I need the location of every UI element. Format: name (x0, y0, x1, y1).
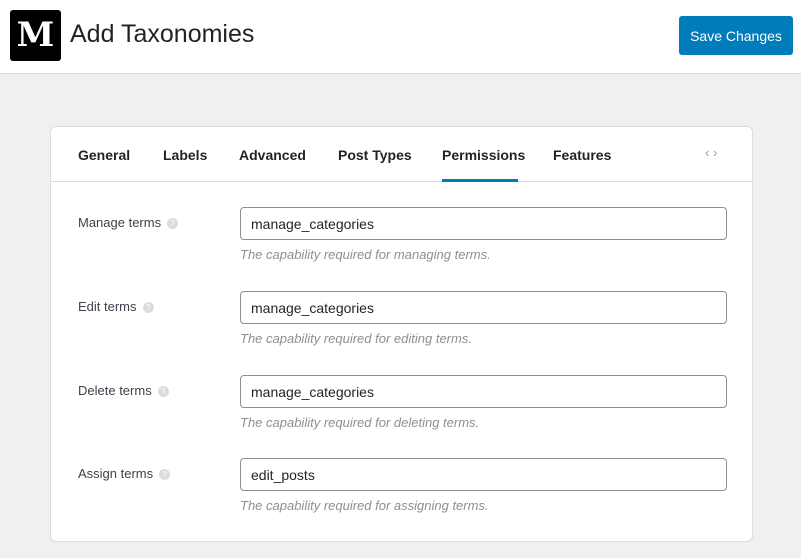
field-description: The capability required for deleting ter… (240, 415, 480, 430)
field-label: Assign terms (78, 466, 154, 481)
tab-permissions[interactable]: Permissions (442, 147, 525, 182)
tab-advanced[interactable]: Advanced (239, 147, 306, 182)
field-description: The capability required for managing ter… (240, 247, 491, 262)
edit-terms-input[interactable] (240, 291, 727, 324)
field-label: Delete terms (78, 383, 152, 398)
assign-terms-input[interactable] (240, 458, 727, 491)
logo: M (10, 10, 61, 61)
help-icon[interactable]: ? (142, 302, 154, 314)
tab-labels[interactable]: Labels (163, 147, 207, 182)
field-description: The capability required for editing term… (240, 331, 472, 346)
field-label: Edit terms (78, 299, 137, 314)
help-icon[interactable]: ? (159, 469, 171, 481)
tab-general[interactable]: General (78, 147, 130, 182)
manage-terms-input[interactable] (240, 207, 727, 240)
delete-terms-input[interactable] (240, 375, 727, 408)
header: M Add Taxonomies Save Changes (0, 0, 801, 74)
tab-features[interactable]: Features (553, 147, 611, 182)
help-icon[interactable]: ? (167, 218, 179, 230)
help-icon[interactable]: ? (157, 386, 169, 398)
save-changes-button[interactable]: Save Changes (679, 16, 793, 55)
tab-post-types[interactable]: Post Types (338, 147, 412, 182)
field-description: The capability required for assigning te… (240, 498, 489, 513)
tab-bar: General Labels Advanced Post Types Permi… (51, 127, 752, 182)
settings-card: General Labels Advanced Post Types Permi… (50, 126, 753, 542)
tab-scroll-arrows-icon[interactable]: ‹ › (705, 145, 717, 160)
page-title: Add Taxonomies (70, 20, 255, 48)
field-label: Manage terms (78, 215, 162, 230)
